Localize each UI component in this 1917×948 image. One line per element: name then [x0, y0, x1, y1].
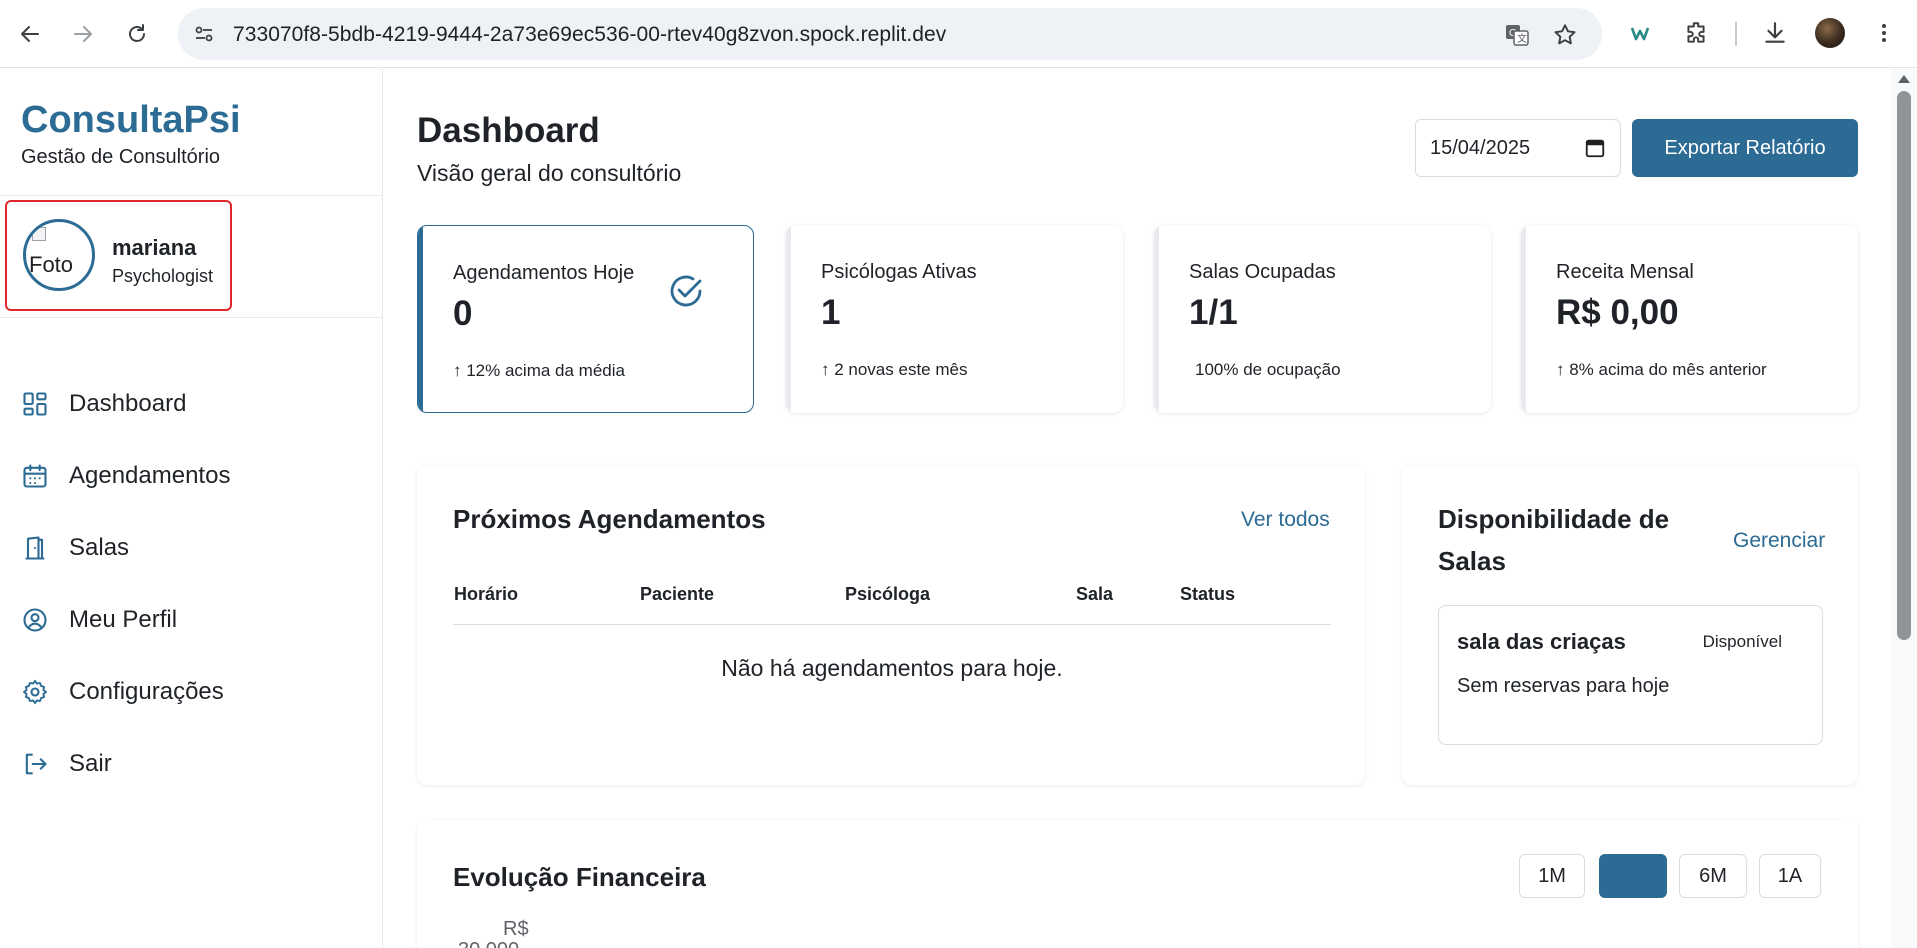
sidebar-item-label: Agendamentos — [69, 462, 231, 489]
scrollbar-thumb[interactable] — [1897, 91, 1911, 640]
stat-label: Salas Ocupadas — [1189, 261, 1336, 283]
check-circle-icon — [670, 275, 702, 307]
user-photo: Foto — [23, 219, 95, 291]
toolbar-separator — [1735, 22, 1737, 46]
stat-note: ↑ 12% acima da média — [453, 361, 625, 380]
stat-value: 1 — [821, 293, 841, 332]
kebab-menu-icon[interactable] — [1869, 18, 1899, 48]
page-scrollbar[interactable] — [1891, 69, 1917, 948]
profile-avatar[interactable] — [1815, 18, 1845, 48]
extensions-puzzle-icon[interactable] — [1681, 18, 1711, 48]
svg-text:文: 文 — [1517, 32, 1527, 45]
stat-value: 1/1 — [1189, 293, 1238, 332]
translate-icon[interactable]: G文 — [1504, 22, 1530, 48]
range-button-1a[interactable]: 1A — [1759, 854, 1821, 898]
sidebar: ConsultaPsi Gestão de Consultório Foto m… — [0, 69, 383, 948]
room-status-badge: Disponível — [1702, 632, 1782, 651]
sidebar-item-label: Salas — [69, 534, 130, 561]
arrow-left-icon — [21, 26, 39, 42]
extension-w-icon[interactable] — [1627, 18, 1657, 48]
date-picker-input[interactable]: 15/04/2025 — [1415, 119, 1621, 177]
calendar-icon — [23, 464, 47, 488]
scroll-up-arrow-icon[interactable] — [1898, 75, 1910, 83]
room-note: Sem reservas para hoje — [1457, 675, 1670, 697]
dashboard-icon — [23, 392, 47, 416]
column-header-patient[interactable]: Paciente — [640, 584, 714, 605]
reload-button[interactable] — [118, 15, 156, 53]
user-photo-alt-text: Foto — [29, 252, 74, 277]
stat-label: Receita Mensal — [1556, 261, 1694, 283]
stat-card-active-psychologists[interactable]: Psicólogas Ativas 1 ↑ 2 novas este mês — [786, 225, 1123, 413]
user-role: Psychologist — [112, 266, 214, 286]
site-settings-icon[interactable] — [192, 22, 216, 46]
sidebar-item-configuracoes[interactable]: Configurações — [0, 662, 383, 722]
range-button-1m[interactable]: 1M — [1519, 854, 1585, 898]
calendar-icon[interactable] — [1584, 137, 1606, 159]
view-all-link[interactable]: Ver todos — [1241, 508, 1330, 532]
room-name: sala das criaças — [1457, 629, 1626, 654]
sidebar-item-meu-perfil[interactable]: Meu Perfil — [0, 590, 383, 650]
y-axis-tick-prefix: R$ — [503, 918, 529, 940]
range-button-6m[interactable]: 6M — [1679, 854, 1747, 898]
column-header-room[interactable]: Sala — [1076, 584, 1113, 605]
appointments-title: Próximos Agendamentos — [453, 504, 766, 534]
back-button[interactable] — [11, 15, 49, 53]
range-button-selected[interactable] — [1599, 854, 1667, 898]
arrow-right-icon — [74, 26, 92, 42]
y-axis-tick-value: 30.000 — [458, 939, 519, 948]
column-header-status[interactable]: Status — [1180, 584, 1235, 605]
rooms-title-line2: Salas — [1438, 546, 1506, 576]
date-value: 15/04/2025 — [1430, 137, 1531, 159]
stat-note: ↑ 2 novas este mês — [821, 360, 968, 379]
url-text: 733070f8-5bdb-4219-9444-2a73e69ec536-00-… — [233, 23, 947, 46]
stat-label: Psicólogas Ativas — [821, 261, 977, 283]
user-profile-card[interactable]: Foto mariana Psychologist — [5, 200, 232, 311]
sidebar-item-label: Configurações — [69, 678, 224, 705]
user-circle-icon — [23, 608, 47, 632]
browser-toolbar: 733070f8-5bdb-4219-9444-2a73e69ec536-00-… — [0, 0, 1917, 68]
export-report-button[interactable]: Exportar Relatório — [1632, 119, 1858, 177]
sidebar-item-sair[interactable]: Sair — [0, 734, 383, 794]
sidebar-divider — [0, 317, 383, 318]
main-content: Dashboard Visão geral do consultório 15/… — [383, 69, 1891, 948]
brand-subtitle: Gestão de Consultório — [21, 146, 221, 168]
stat-note: 100% de ocupação — [1195, 360, 1341, 379]
sidebar-item-label: Dashboard — [69, 390, 187, 417]
manage-rooms-link[interactable]: Gerenciar — [1733, 529, 1825, 553]
broken-image-icon — [32, 227, 46, 241]
gear-icon — [22, 679, 48, 705]
sidebar-divider — [0, 195, 383, 196]
door-icon — [25, 536, 45, 560]
forward-button[interactable] — [64, 15, 102, 53]
column-header-psychologist[interactable]: Psicóloga — [845, 584, 930, 605]
sidebar-item-label: Sair — [69, 750, 112, 777]
table-header-divider — [453, 624, 1331, 625]
page-subtitle: Visão geral do consultório — [417, 160, 682, 186]
sidebar-item-salas[interactable]: Salas — [0, 518, 383, 578]
sidebar-item-agendamentos[interactable]: Agendamentos — [0, 446, 383, 506]
download-icon[interactable] — [1760, 18, 1790, 48]
stat-label: Agendamentos Hoje — [453, 262, 635, 284]
sidebar-item-label: Meu Perfil — [69, 606, 178, 633]
stat-value: R$ 0,00 — [1556, 293, 1679, 332]
logout-icon — [25, 753, 47, 775]
empty-state-message: Não há agendamentos para hoje. — [721, 655, 1063, 681]
stat-note: ↑ 8% acima do mês anterior — [1556, 360, 1767, 379]
sidebar-item-dashboard[interactable]: Dashboard — [0, 374, 383, 434]
user-name: mariana — [112, 235, 197, 260]
reload-icon — [129, 24, 145, 42]
brand-logo[interactable]: ConsultaPsi — [21, 99, 241, 142]
stat-card-occupied-rooms[interactable]: Salas Ocupadas 1/1 100% de ocupação — [1154, 225, 1491, 413]
column-header-time[interactable]: Horário — [454, 584, 518, 605]
stat-card-monthly-revenue[interactable]: Receita Mensal R$ 0,00 ↑ 8% acima do mês… — [1521, 225, 1858, 413]
stat-value: 0 — [453, 294, 473, 333]
bookmark-star-icon[interactable] — [1552, 22, 1578, 48]
stat-card-appointments-today[interactable]: Agendamentos Hoje 0 ↑ 12% acima da média — [417, 225, 754, 413]
room-card[interactable]: sala das criaças Disponível Sem reservas… — [1438, 605, 1823, 745]
address-bar[interactable]: 733070f8-5bdb-4219-9444-2a73e69ec536-00-… — [178, 8, 1602, 60]
rooms-title-line1: Disponibilidade de — [1438, 504, 1670, 534]
finance-title: Evolução Financeira — [453, 862, 706, 892]
page-title: Dashboard — [417, 111, 600, 150]
